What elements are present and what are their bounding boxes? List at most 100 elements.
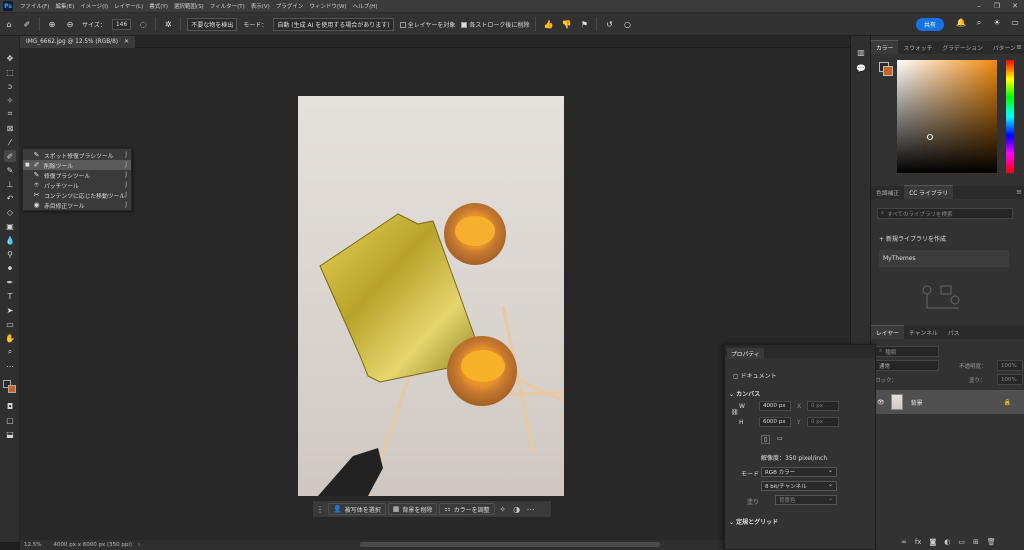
flyout-item-spot-healing[interactable]: ✎ スポット修復ブラシツール J [23, 150, 131, 160]
blend-mode-select[interactable]: 通常 [875, 360, 939, 371]
dodge-tool-icon[interactable]: ⚲ [4, 248, 16, 260]
remove-tool-preset-icon[interactable]: ✐ [20, 17, 34, 31]
trash-icon[interactable]: 🗑 [987, 538, 996, 546]
color-mode-select[interactable]: RGB カラー [761, 467, 837, 477]
background-color-swatch[interactable] [8, 385, 16, 393]
eraser-tool-icon[interactable]: ◇ [4, 206, 16, 218]
new-layer-icon[interactable]: ⊞ [973, 538, 979, 546]
burn-tool-icon[interactable]: ⚫ [4, 262, 16, 274]
menu-help[interactable]: ヘルプ(H) [350, 2, 381, 10]
opacity-input[interactable]: 100% [997, 360, 1023, 371]
lasso-tool-icon[interactable]: ↄ [4, 80, 16, 92]
fill-input[interactable]: 100% [997, 374, 1023, 385]
more-icon[interactable]: ⋯ [524, 505, 538, 514]
home-icon[interactable]: ⌂ [2, 17, 16, 31]
half-circle-icon[interactable]: ◑ [510, 505, 524, 514]
flag-icon[interactable]: ⚑ [577, 17, 591, 31]
flyout-item-healing-brush[interactable]: ✎ 修復ブラシツール J [23, 170, 131, 180]
close-tab-icon[interactable]: ✕ [124, 39, 129, 45]
document-tab[interactable]: IMG_6662.jpg @ 12.5% (RGB/8) ✕ [20, 36, 135, 48]
canvas-section[interactable]: ⌄ カンバス [729, 389, 760, 398]
menu-select[interactable]: 選択範囲(S) [171, 2, 207, 10]
hand-tool-icon[interactable]: ✋ [4, 332, 16, 344]
tab-gradients[interactable]: グラデーション [937, 41, 987, 54]
screen-mode-icon[interactable]: ▢ [4, 414, 16, 426]
tab-properties[interactable]: プロパティ [727, 348, 764, 359]
flyout-item-red-eye[interactable]: ◉ 赤目修正ツール J [23, 200, 131, 210]
workspace-icon[interactable]: ▭ [1006, 18, 1024, 28]
landscape-icon[interactable]: ▭ [775, 435, 785, 442]
tab-cc-libraries[interactable]: CC ライブラリ [904, 185, 954, 199]
menu-filter[interactable]: フィルター(T) [207, 2, 248, 10]
menu-type[interactable]: 書式(Y) [146, 2, 171, 10]
brush-add-icon[interactable]: ⊕ [45, 17, 59, 31]
document-info[interactable]: 4000 px x 6000 px (350 ppi) [53, 542, 132, 548]
share-button[interactable]: 共有 [916, 18, 944, 31]
tab-paths[interactable]: パス [943, 326, 965, 339]
select-subject-button[interactable]: 👤 被写体を選択 [328, 503, 386, 515]
thumbs-up-icon[interactable]: 👍 [541, 17, 555, 31]
layer-row[interactable]: 👁 背景 🔒 [871, 390, 1024, 414]
mode-select[interactable]: 自動 (生成 AI を使用する場合があります) [273, 17, 394, 31]
search-icon[interactable]: ⌕ [970, 18, 988, 28]
eye-icon[interactable]: 👁 [877, 399, 885, 406]
lightbulb-icon[interactable]: ☀ [988, 18, 1006, 28]
width-input[interactable]: 4000 px [759, 401, 791, 411]
remove-background-button[interactable]: ▦ 背景を削除 [387, 503, 438, 515]
adjust-color-button[interactable]: ⚏ カラーを調整 [439, 503, 495, 515]
tab-swatches[interactable]: スウォッチ [898, 41, 937, 54]
portrait-icon[interactable]: ▯ [761, 435, 771, 444]
link-dimensions-icon[interactable]: ⛓ [731, 409, 739, 416]
link-icon[interactable]: ∞ [901, 538, 907, 546]
path-select-icon[interactable]: ➤ [4, 304, 16, 316]
after-stroke-checkbox[interactable]: 各ストローク後に削除 [461, 20, 529, 29]
menu-image[interactable]: イメージ(I) [77, 2, 111, 10]
height-input[interactable]: 6000 px [759, 417, 791, 427]
circle-icon[interactable]: ○ [620, 17, 634, 31]
comments-panel-icon[interactable]: 💬 [855, 62, 867, 74]
menu-edit[interactable]: 編集(E) [52, 2, 77, 10]
minimize-icon[interactable]: – [970, 0, 988, 12]
pressure-size-icon[interactable]: ◌ [136, 17, 150, 31]
crop-tool-icon[interactable]: ⌗ [4, 108, 16, 120]
adjustment-icon[interactable]: ◐ [944, 538, 950, 546]
marquee-tool-icon[interactable]: ⬚ [4, 66, 16, 78]
remove-tool-icon[interactable]: ✐ [4, 150, 16, 162]
color-panel-background[interactable] [883, 66, 893, 76]
gradient-tool-icon[interactable]: ▣ [4, 220, 16, 232]
tab-layers[interactable]: レイヤー [871, 325, 905, 339]
thumbs-down-icon[interactable]: 👎 [559, 17, 573, 31]
more-tools-icon[interactable]: ⋯ [4, 360, 16, 372]
bell-icon[interactable]: 🔔 [952, 18, 970, 28]
menu-plugins[interactable]: プラグイン [273, 2, 307, 10]
flyout-item-content-aware-move[interactable]: ✂ コンテンツに応じた移動ツール J [23, 190, 131, 200]
sparkle-icon[interactable]: ✧ [496, 505, 510, 514]
create-library-button[interactable]: + 新規ライブラリを作成 [879, 234, 946, 243]
horizontal-scrollbar[interactable] [360, 542, 660, 547]
zoom-level[interactable]: 12.5% [24, 542, 41, 548]
color-picker-cursor[interactable] [927, 134, 933, 140]
type-tool-icon[interactable]: T [4, 290, 16, 302]
fill-select[interactable]: 背景色 [775, 495, 837, 505]
all-layers-checkbox[interactable]: 全レイヤーを対象 [399, 20, 455, 29]
bit-depth-select[interactable]: 8 bit/チャンネル [761, 481, 837, 491]
detect-distractions-button[interactable]: 不要な物を検出 [187, 17, 238, 31]
x-input[interactable]: 0 px [807, 401, 839, 411]
frame-tool-icon[interactable]: ⊠ [4, 122, 16, 134]
pen-tool-icon[interactable]: ✒ [4, 276, 16, 288]
tab-adjustments[interactable]: 色調補正 [871, 186, 904, 199]
quick-mask-icon[interactable]: ◘ [4, 400, 16, 412]
fx-icon[interactable]: fx [915, 538, 922, 546]
size-input[interactable]: 146 [111, 18, 132, 30]
folder-icon[interactable]: ▭ [958, 538, 965, 546]
brush-tool-icon[interactable]: ✎ [4, 164, 16, 176]
close-icon[interactable]: ✕ [1006, 0, 1024, 12]
flyout-item-patch-tool[interactable]: ⌾ パッチツール J [23, 180, 131, 190]
undo-icon[interactable]: ↺ [602, 17, 616, 31]
maximize-icon[interactable]: ❐ [988, 0, 1006, 12]
settings-gear-icon[interactable]: ✲ [161, 17, 175, 31]
rulers-grid-section[interactable]: ⌄ 定規とグリッド [729, 517, 778, 526]
menu-layer[interactable]: レイヤー(L) [111, 2, 146, 10]
library-item[interactable]: MyThemes [879, 250, 1009, 267]
zoom-tool-icon[interactable]: ⌕ [4, 346, 16, 358]
